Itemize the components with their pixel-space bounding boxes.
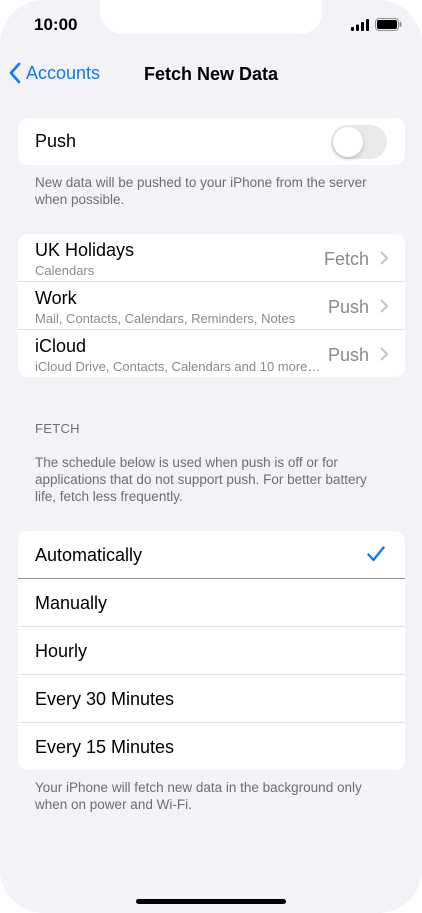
fetch-section-header: FETCH xyxy=(35,421,80,436)
account-fetch-value: Push xyxy=(327,345,369,365)
fetch-option-label: Hourly xyxy=(35,641,88,661)
accounts-card: UK Holidays Calendars Fetch Work Mail, C… xyxy=(18,234,405,377)
fetch-options-card: Automatically Manually Hourly Every 30 M… xyxy=(18,531,405,770)
back-label: Accounts xyxy=(26,62,101,83)
fetch-option-label: Automatically xyxy=(35,545,143,565)
navigation-bar: Accounts Fetch New Data xyxy=(0,60,422,90)
fetch-option[interactable]: Manually xyxy=(18,579,405,627)
checkmark-icon xyxy=(367,546,385,562)
battery-icon xyxy=(375,18,402,31)
chevron-right-icon xyxy=(380,347,388,361)
push-label: Push xyxy=(35,131,77,151)
notch xyxy=(100,0,322,34)
account-fetch-value: Fetch xyxy=(323,249,369,269)
fetch-option-label: Every 15 Minutes xyxy=(35,737,175,757)
status-time: 10:00 xyxy=(34,15,78,34)
fetch-option[interactable]: Hourly xyxy=(18,627,405,675)
fetch-option-label: Manually xyxy=(35,593,108,613)
chevron-right-icon xyxy=(380,299,388,313)
push-toggle[interactable] xyxy=(331,125,387,159)
cellular-signal-icon xyxy=(351,18,369,31)
account-fetch-value: Push xyxy=(327,297,369,317)
account-detail: Calendars xyxy=(35,263,95,278)
fetch-option-label: Every 30 Minutes xyxy=(35,689,175,709)
push-card: Push xyxy=(18,118,405,165)
account-name: UK Holidays xyxy=(35,240,135,260)
fetch-option[interactable]: Every 15 Minutes xyxy=(18,723,405,770)
fetch-footnote: Your iPhone will fetch new data in the b… xyxy=(35,780,362,812)
back-button[interactable]: Accounts xyxy=(8,62,100,84)
chevron-left-icon xyxy=(9,62,21,84)
account-name: Work xyxy=(35,288,77,308)
page-title: Fetch New Data xyxy=(144,64,279,84)
fetch-description: The schedule below is used when push is … xyxy=(35,455,367,504)
account-row[interactable]: Work Mail, Contacts, Calendars, Reminder… xyxy=(18,282,405,330)
account-row[interactable]: UK Holidays Calendars Fetch xyxy=(18,234,405,282)
account-detail: Mail, Contacts, Calendars, Reminders, No… xyxy=(35,311,296,326)
push-footnote: New data will be pushed to your iPhone f… xyxy=(35,175,367,207)
chevron-right-icon xyxy=(380,251,388,265)
fetch-option[interactable]: Automatically xyxy=(18,531,405,579)
status-icons xyxy=(351,18,402,31)
account-name: iCloud xyxy=(35,336,87,356)
account-row[interactable]: iCloud iCloud Drive, Contacts, Calendars… xyxy=(18,330,405,377)
home-indicator[interactable] xyxy=(136,899,286,904)
account-detail: iCloud Drive, Contacts, Calendars and 10… xyxy=(35,359,321,374)
toggle-knob xyxy=(333,127,363,157)
push-row: Push xyxy=(18,118,405,165)
phone-screen: 10:00 Accounts Fetch New Data Push New d… xyxy=(0,0,422,913)
fetch-option[interactable]: Every 30 Minutes xyxy=(18,675,405,723)
